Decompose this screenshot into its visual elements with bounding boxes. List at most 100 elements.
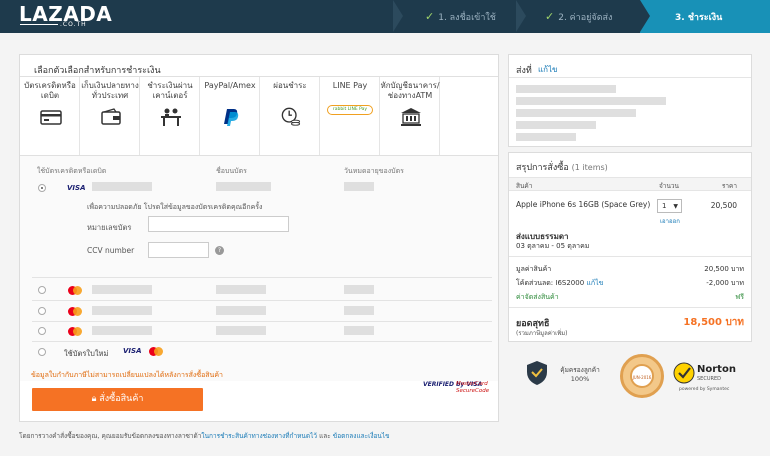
column-price: ราคา (721, 182, 737, 190)
saved-card-radio[interactable] (38, 307, 46, 315)
terms-link-conditions[interactable]: ข้อตกลงและเงื่อนไข (333, 432, 390, 440)
remove-link[interactable]: เอาออก (660, 216, 680, 226)
new-card-radio[interactable] (38, 348, 46, 356)
bank-icon (401, 108, 421, 126)
wallet-icon (101, 108, 121, 125)
norton-secured-text: SECURED (697, 376, 721, 382)
shipping-fee-label: ค่าจัดส่งสินค้า (516, 293, 559, 301)
product-name: Apple iPhone 6s 16GB (Space Grey) (516, 200, 651, 209)
saved-card-radio[interactable] (38, 184, 46, 192)
seal-date: JUN-2016 (630, 364, 654, 388)
mastercard-logo (149, 347, 163, 356)
security-seal-badge: JUN-2016 (620, 354, 664, 398)
quantity-value: 1 (662, 202, 667, 210)
column-product: สินค้า (516, 182, 533, 190)
masked-card-name (216, 182, 271, 191)
norton-symantec-text: powered by Symantec (679, 387, 730, 392)
mastercard-logo (68, 307, 82, 316)
saved-card-radio[interactable] (38, 286, 46, 294)
step-payment-label: 3. ชำระเงิน (675, 12, 723, 23)
saved-cards-area: ใช้บัตรเครดิตหรือเดบิต ชื่อบนบัตร วันหมด… (20, 155, 498, 381)
step-separator (516, 0, 526, 32)
masked-card-expiry (344, 285, 374, 294)
security-badges: VERIFIED by VISA MasterCard SecureCode (423, 381, 489, 399)
masked-card-expiry (344, 182, 374, 191)
quantity-select[interactable]: 1 ▼ (657, 199, 682, 213)
step-shipping: ✓ 2. ค่าอยู่จัดส่ง (545, 0, 612, 33)
terms-footer: โดยการวางคำสั่งซื้อของคุณ, คุณยอมรับข้อต… (19, 431, 390, 441)
ccv-input[interactable] (148, 242, 209, 258)
chevron-down-icon: ▼ (673, 203, 678, 210)
visa-logo: VISA (123, 347, 142, 355)
top-header: LAZADA .CO.TH ✓ 1. ลงชื่อเข้าใช้ ✓ 2. ค่… (0, 0, 770, 33)
place-order-label: สั่งซื้อสินค้า (99, 394, 144, 404)
divider (509, 307, 751, 308)
shipping-title: ส่งที่ (516, 66, 532, 76)
terms-text-mid: และ (317, 432, 333, 440)
check-icon: ✓ (545, 10, 555, 23)
saved-card-radio[interactable] (38, 327, 46, 335)
shipping-edit-link[interactable]: แก้ไข (538, 63, 558, 76)
tab-line-pay-label: LINE Pay (332, 81, 368, 90)
summary-item-count: (1 items) (571, 163, 608, 172)
order-summary-panel: สรุปการสั่งซื้อ (1 items) สินค้า จำนวน ร… (508, 152, 752, 342)
terms-text: โดยการวางคำสั่งซื้อของคุณ, คุณยอมรับข้อต… (19, 432, 202, 440)
divider (509, 256, 751, 257)
tab-counter-label: ชำระเงินผ่านเคาน์เตอร์ (147, 81, 193, 100)
masked-card-name (216, 306, 266, 315)
column-name-on-card: ชื่อบนบัตร (216, 167, 247, 175)
discount-edit-link[interactable]: แก้ไข (586, 279, 603, 287)
masked-address-line (516, 121, 596, 129)
summary-title-text: สรุปการสั่งซื้อ (516, 163, 569, 173)
tab-paypal-label: PayPal/Amex (204, 81, 256, 90)
masked-card-number (92, 285, 152, 294)
column-quantity: จำนวน (659, 182, 679, 190)
counter-icon (161, 108, 181, 126)
step-shipping-label: 2. ค่าอยู่จัดส่ง (558, 12, 613, 23)
logo-underline (20, 24, 58, 25)
payment-panel: เลือกตัวเลือกสำหรับการชำระเงิน บัตรเครดิ… (19, 54, 499, 422)
masked-card-name (216, 285, 266, 294)
mastercard-logo (68, 327, 82, 336)
shipping-panel: ส่งที่ แก้ไข (508, 54, 752, 147)
discount-row: โค้ดส่วนลด: I6S2000 แก้ไข (516, 278, 603, 289)
masked-card-number (92, 182, 152, 191)
masked-address-line (516, 85, 616, 93)
masked-address-line (516, 109, 636, 117)
paypal-icon (224, 109, 239, 126)
ccv-label: CCV number (87, 246, 135, 255)
step-separator (393, 0, 403, 32)
total-value: 18,500 บาท (683, 317, 744, 328)
help-icon[interactable]: ? (215, 246, 224, 255)
masked-card-number (92, 306, 152, 315)
lock-icon: 🔒︎ (91, 394, 97, 404)
shipping-date: 03 ตุลาคม - 05 ตุลาคม (516, 242, 590, 250)
tab-bank-transfer-label: หักบัญชีธนาคาร/ช่องทางATM (380, 81, 440, 100)
divider (32, 277, 492, 278)
card-number-label: หมายเลขบัตร (87, 223, 132, 232)
step-login-label: 1. ลงชื่อเข้าใช้ (438, 12, 496, 23)
step-login: ✓ 1. ลงชื่อเข้าใช้ (425, 0, 496, 33)
discount-label: โค้ดส่วนลด: I6S2000 (516, 279, 585, 287)
shield-icon (527, 361, 547, 385)
visa-logo: VISA (67, 184, 86, 192)
divider (32, 321, 492, 322)
card-number-input[interactable] (148, 216, 289, 232)
new-card-label: ใช้บัตรใบใหม่ (64, 349, 109, 358)
divider (509, 77, 751, 78)
payment-title: เลือกตัวเลือกสำหรับการชำระเงิน (34, 66, 161, 76)
step-separator (640, 0, 650, 32)
subtotal-value: 20,500 บาท (704, 265, 744, 273)
masked-address-line (516, 97, 666, 105)
masked-address-line (516, 133, 576, 141)
place-order-button[interactable]: 🔒︎ สั่งซื้อสินค้า (32, 388, 203, 411)
tab-installment-label: ผ่อนชำระ (273, 81, 307, 90)
buyer-protection-text: คุ้มครองลูกค้า 100% (560, 366, 600, 383)
line-pay-icon: rabbit LINE Pay (327, 105, 373, 115)
mastercard-logo (68, 286, 82, 295)
total-vat-note: (รวมภาษีมูลค่าเพิ่ม) (516, 330, 568, 337)
terms-link-payment[interactable]: ในการชำระสินค้าทางช่องทางที่กำหนดไว้ (201, 432, 317, 440)
tax-invoice-notice: ข้อมูลใบกำกับภาษีไม่สามารถเปลี่ยนแปลงได้… (31, 371, 223, 379)
mastercard-securecode-logo: MasterCard SecureCode (456, 381, 490, 394)
subtotal-label: มูลค่าสินค้า (516, 265, 552, 273)
